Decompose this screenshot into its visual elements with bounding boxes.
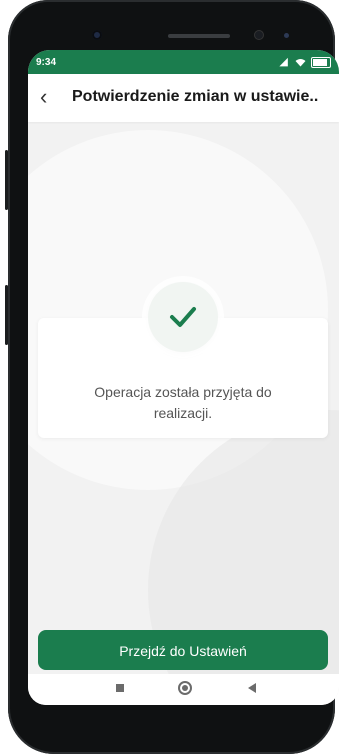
back-triangle-icon[interactable] <box>248 683 256 693</box>
proximity-sensor <box>254 30 264 40</box>
front-camera <box>92 30 102 40</box>
confirmation-message: Operacja została przyjęta do realizacji. <box>94 384 272 421</box>
android-nav-bar <box>28 674 339 705</box>
battery-icon <box>311 56 331 68</box>
iris-sensor <box>284 33 289 38</box>
status-icons: ◢ <box>279 55 331 68</box>
page-title: Potwierdzenie zmian w ustawie.. <box>72 88 319 105</box>
signal-icon: ◢ <box>279 56 290 68</box>
checkmark-icon <box>170 307 196 327</box>
app-screen: 9:34 ◢ ‹ Potwierdzenie zmian w ustawie..… <box>28 50 339 705</box>
app-header: ‹ Potwierdzenie zmian w ustawie.. <box>28 74 339 122</box>
status-bar: 9:34 ◢ <box>28 50 339 74</box>
go-to-settings-button[interactable]: Przejdź do Ustawień <box>38 630 328 670</box>
status-time: 9:34 <box>36 57 57 68</box>
side-button-left-2 <box>5 285 8 345</box>
wifi-icon <box>295 56 311 68</box>
earpiece-speaker <box>168 34 230 38</box>
success-badge <box>148 282 218 352</box>
recents-square-icon[interactable] <box>116 684 124 692</box>
chevron-left-icon[interactable]: ‹ <box>40 86 47 108</box>
side-button-left-1 <box>5 150 8 210</box>
home-circle-icon[interactable] <box>178 681 192 695</box>
phone-top-bezel <box>8 0 335 56</box>
